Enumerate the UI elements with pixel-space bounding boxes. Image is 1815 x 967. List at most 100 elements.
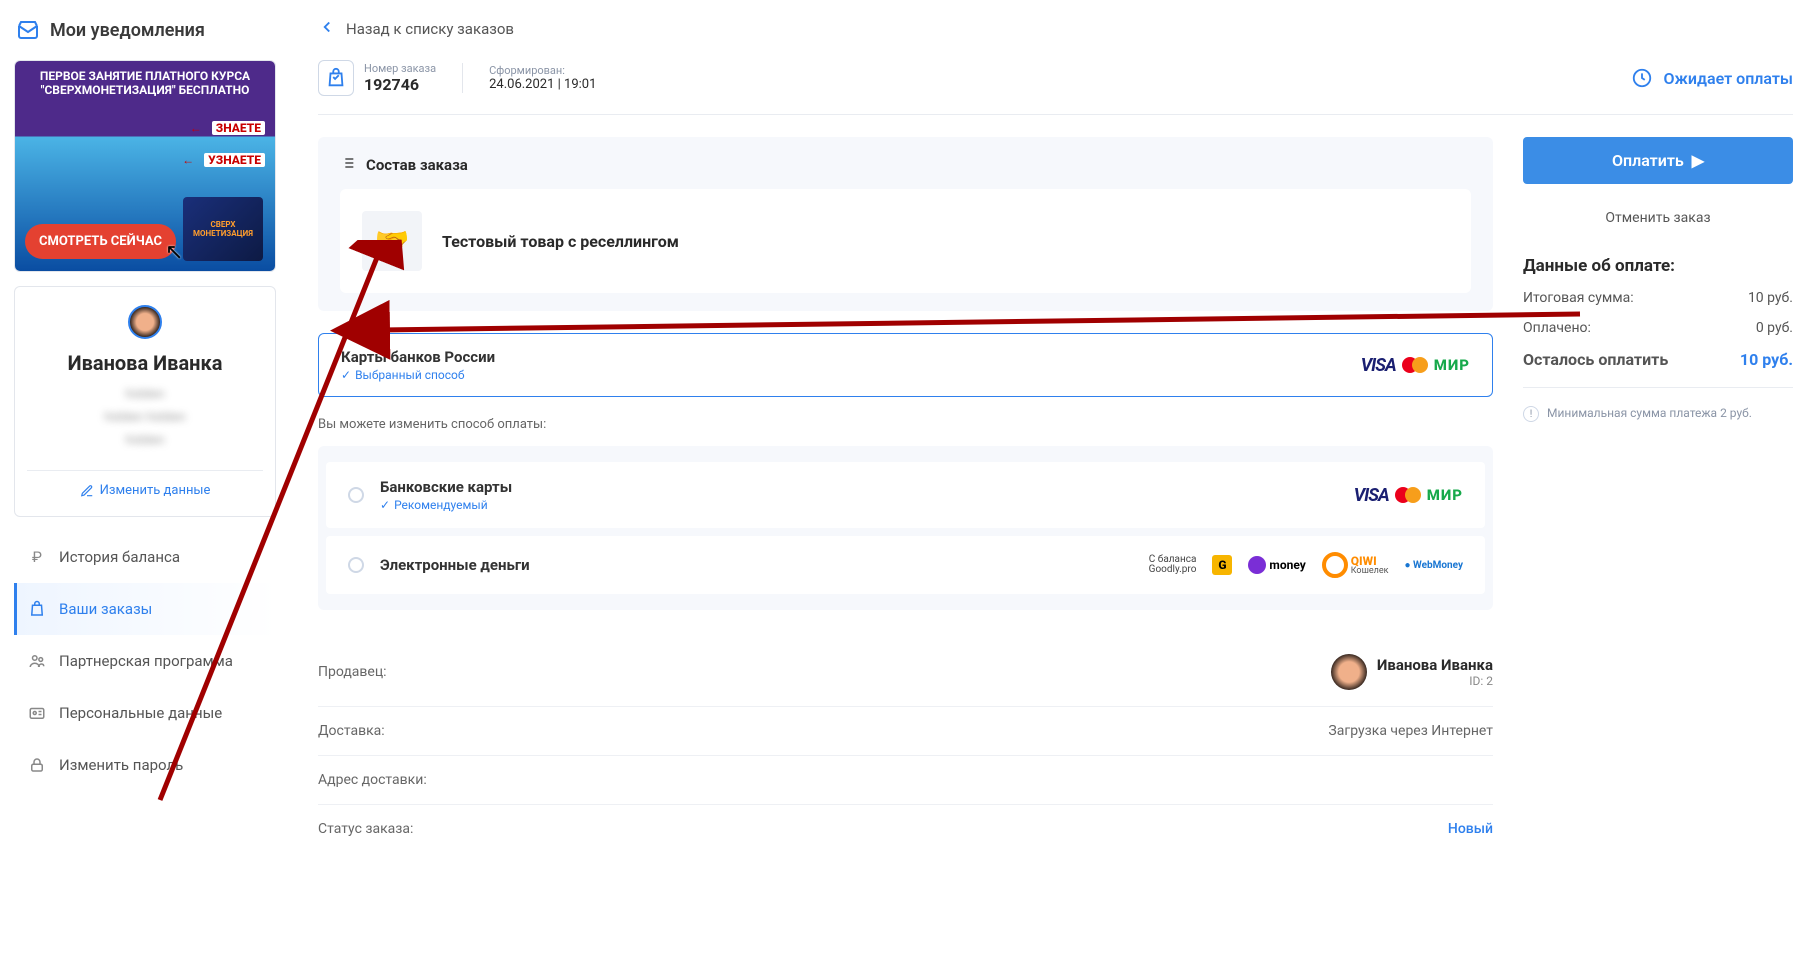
composition-card: Состав заказа 🤝 Тестовый товар с реселли… (318, 137, 1493, 311)
info-icon: ! (1523, 406, 1539, 422)
seller-name: Иванова Иванка (1377, 656, 1493, 674)
order-icon (318, 60, 354, 96)
sidebar-item-password[interactable]: Изменить пароль (14, 739, 276, 791)
qiwi-logo: QIWIКошелек (1322, 552, 1389, 578)
visa-logo: VISA (1361, 355, 1396, 376)
status-value: Новый (1448, 821, 1493, 837)
sidebar-item-label: Партнерская программа (59, 652, 233, 670)
order-num-label: Номер заказа (364, 62, 436, 75)
order-details: Продавец: Иванова Иванка ID: 2 Доставка:… (318, 638, 1493, 853)
back-label: Назад к списку заказов (346, 20, 514, 38)
sidebar-item-label: Ваши заказы (59, 600, 152, 618)
play-icon: ▶ (1692, 151, 1704, 170)
paid-value: 0 руб. (1756, 320, 1793, 336)
cancel-order-link[interactable]: Отменить заказ (1523, 210, 1793, 226)
profile-card: Иванова Иванка hidden hidden hidden hidd… (14, 286, 276, 517)
status-text: Ожидает оплаты (1663, 69, 1793, 88)
status-label: Статус заказа: (318, 821, 413, 837)
card-logos: VISA МИР (1354, 485, 1463, 506)
delivery-label: Доставка: (318, 723, 385, 739)
promo-banner[interactable]: ПЕРВОЕ ЗАНЯТИЕ ПЛАТНОГО КУРСА "СВЕРХМОНЕ… (14, 60, 276, 272)
sidebar-item-label: Изменить пароль (59, 756, 183, 774)
goodly-icon: G (1212, 555, 1232, 575)
order-header: Номер заказа 192746 Сформирован: 24.06.2… (318, 54, 1793, 115)
sidebar-item-orders[interactable]: Ваши заказы (14, 583, 276, 635)
profile-hidden-1: hidden (125, 387, 164, 402)
avatar (1331, 654, 1367, 690)
edit-profile-label: Изменить данные (100, 483, 211, 498)
total-label: Итоговая сумма: (1523, 290, 1634, 306)
product-name: Тестовый товар с реселлингом (442, 232, 679, 251)
remain-label: Осталось оплатить (1523, 350, 1668, 369)
sidebar-item-balance[interactable]: ₽ История баланса (14, 531, 276, 583)
selected-payment-method[interactable]: Карты банков России ✓ Выбранный способ V… (318, 333, 1493, 397)
id-icon (27, 703, 47, 723)
avatar[interactable] (128, 305, 162, 339)
mir-logo: МИР (1427, 486, 1463, 504)
seller-info[interactable]: Иванова Иванка ID: 2 (1331, 654, 1493, 690)
sidebar-item-affiliate[interactable]: Партнерская программа (14, 635, 276, 687)
selected-method-title: Карты банков России (341, 348, 495, 366)
sidebar-item-label: Персональные данные (59, 704, 222, 722)
yoomoney-logo: money (1248, 556, 1305, 574)
profile-hidden-2: hidden hidden (104, 410, 185, 425)
mastercard-logo (1402, 357, 1428, 373)
visa-logo: VISA (1354, 485, 1389, 506)
mir-logo: МИР (1434, 356, 1470, 374)
selected-badge: ✓ Выбранный способ (341, 368, 495, 382)
formed-label: Сформирован: (489, 64, 596, 77)
emoney-logos: С балансаGoodly.pro G money QIWIКошелек … (1149, 552, 1463, 578)
payment-summary: Данные об оплате: Итоговая сумма: 10 руб… (1523, 246, 1793, 422)
sidebar-item-personal[interactable]: Персональные данные (14, 687, 276, 739)
cursor-icon: ↖ (165, 240, 183, 265)
formed-value: 24.06.2021 | 19:01 (489, 77, 596, 92)
recommended-badge: ✓ Рекомендуемый (380, 498, 512, 512)
mastercard-logo (1395, 487, 1421, 503)
alt-method-cards[interactable]: Банковские карты ✓ Рекомендуемый VISA МИ… (326, 462, 1485, 528)
product-image: 🤝 (362, 211, 422, 271)
pay-button[interactable]: Оплатить ▶ (1523, 137, 1793, 184)
promo-know: ЗНАЕТЕ (212, 121, 265, 135)
sidebar-item-label: История баланса (59, 548, 180, 566)
seller-id: ID: 2 (1469, 674, 1493, 688)
composition-title: Состав заказа (366, 156, 468, 174)
webmoney-logo: ● WebMoney (1404, 560, 1463, 571)
ruble-icon: ₽ (27, 547, 47, 567)
card-logos: VISA МИР (1361, 355, 1470, 376)
address-label: Адрес доставки: (318, 772, 427, 788)
promo-cta[interactable]: СМОТРЕТЬ СЕЙЧАС (25, 224, 176, 259)
alt-method-title: Банковские карты (380, 478, 512, 496)
sidebar-menu: ₽ История баланса Ваши заказы Партнерска… (14, 531, 276, 791)
alt-method-title: Электронные деньги (380, 556, 530, 574)
promo-line1: ПЕРВОЕ ЗАНЯТИЕ ПЛАТНОГО КУРСА (21, 69, 269, 83)
delivery-value: Загрузка через Интернет (1328, 723, 1493, 739)
promo-box: СВЕРХМОНЕТИЗАЦИЯ (183, 197, 263, 261)
order-num-value: 192746 (364, 75, 436, 94)
profile-hidden-3: hidden (125, 433, 164, 448)
seller-label: Продавец: (318, 664, 387, 680)
arrow-left-icon (318, 18, 336, 40)
radio-icon (348, 487, 364, 503)
promo-learn: УЗНАЕТЕ (204, 153, 265, 167)
edit-profile-link[interactable]: Изменить данные (80, 483, 211, 498)
back-link[interactable]: Назад к списку заказов (318, 14, 1793, 54)
bag-icon (27, 599, 47, 619)
notifications-title: Мои уведомления (50, 20, 205, 41)
order-status: Ожидает оплаты (1631, 67, 1793, 89)
lock-icon (27, 755, 47, 775)
alt-methods-card: Банковские карты ✓ Рекомендуемый VISA МИ… (318, 446, 1493, 610)
alt-method-emoney[interactable]: Электронные деньги С балансаGoodly.pro G… (326, 536, 1485, 594)
radio-icon (348, 557, 364, 573)
summary-title: Данные об оплате: (1523, 256, 1793, 276)
pencil-icon (80, 484, 94, 498)
notifications-header[interactable]: Мои уведомления (14, 14, 276, 46)
remain-value: 10 руб. (1740, 350, 1793, 369)
min-note-text: Минимальная сумма платежа 2 руб. (1547, 406, 1752, 420)
inbox-icon (16, 18, 40, 42)
list-icon (340, 155, 356, 175)
promo-line2: "СВЕРХМОНЕТИЗАЦИЯ" БЕСПЛАТНО (21, 83, 269, 97)
product-row: 🤝 Тестовый товар с реселлингом (340, 189, 1471, 293)
people-icon (27, 651, 47, 671)
paid-label: Оплачено: (1523, 320, 1591, 336)
pay-button-label: Оплатить (1612, 151, 1684, 170)
